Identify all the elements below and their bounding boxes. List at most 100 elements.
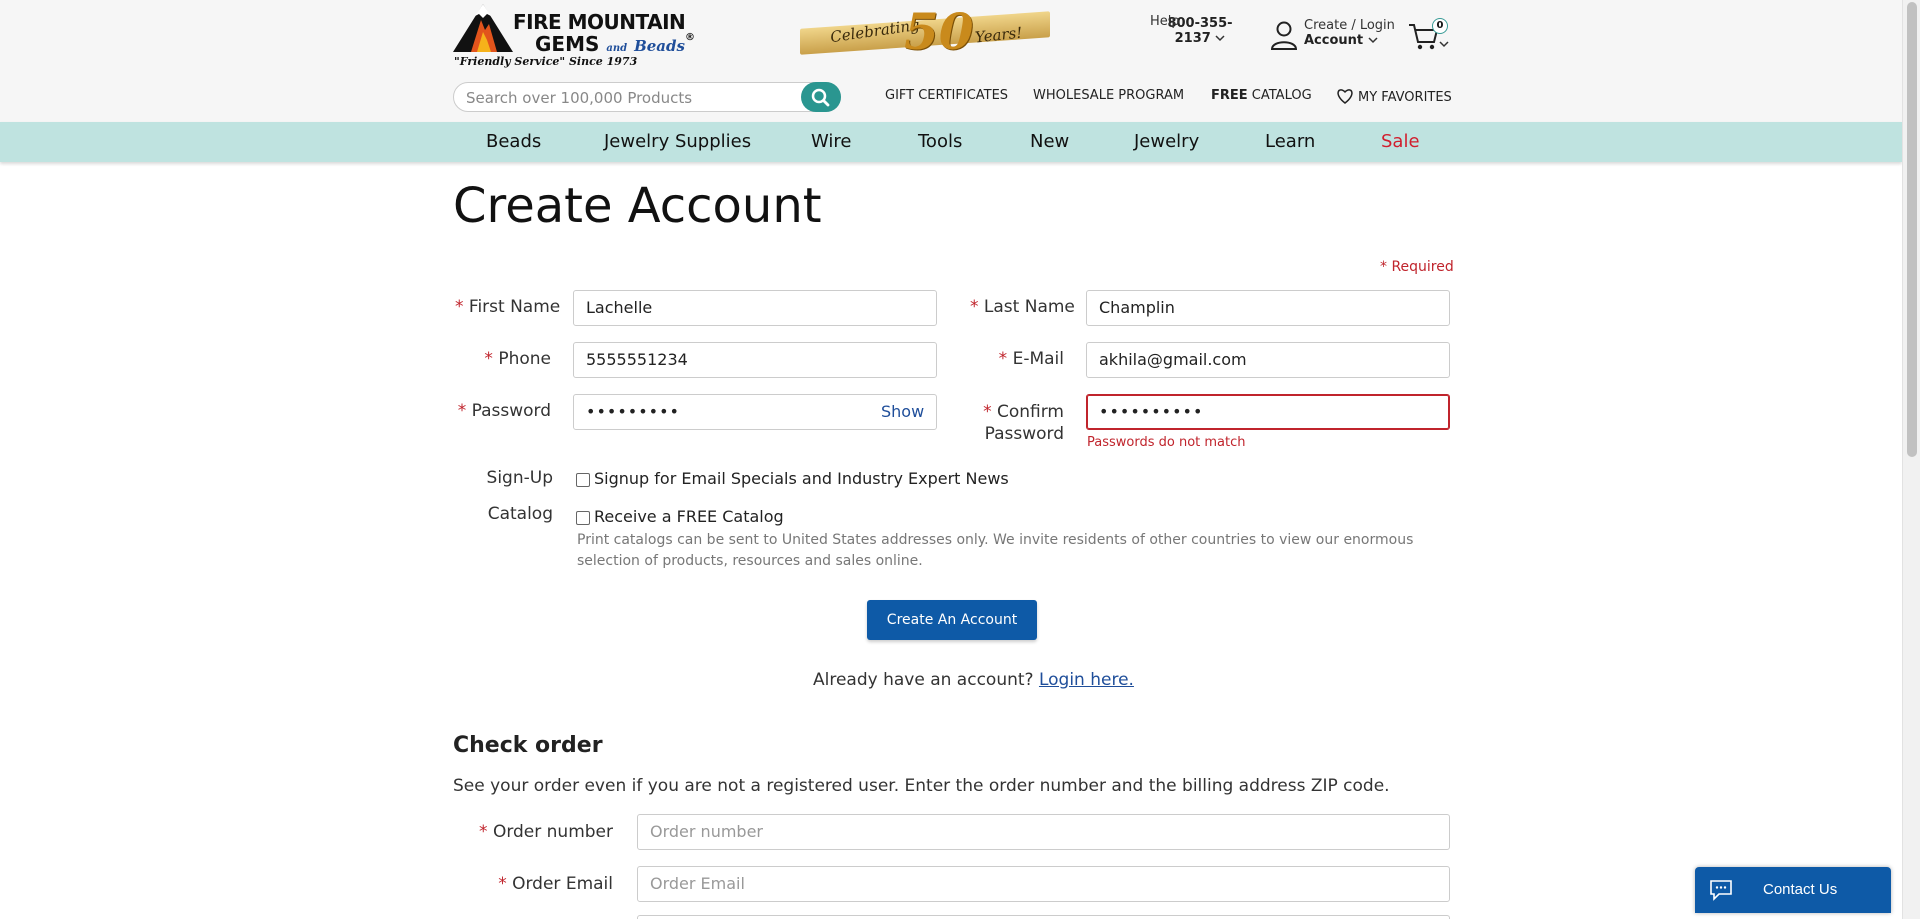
nav-learn[interactable]: Learn [1265,131,1315,152]
account-line1: Create / Login [1304,18,1395,33]
free-catalog-bold: FREE [1211,88,1248,103]
confirm-password-field[interactable]: •••••••••• [1086,394,1450,430]
mountain-fire-icon [453,4,513,52]
first-name-field[interactable]: Lachelle [573,290,937,326]
nav-wire[interactable]: Wire [811,131,851,152]
site-header: FIRE MOUNTAIN GEMS and Beads® "Friendly … [0,0,1902,122]
password-label: * Password [455,401,551,421]
help-label: Help [1150,14,1180,29]
free-catalog-link[interactable]: FREE CATALOG [1211,88,1312,103]
confirm-label-line1: Confirm [996,402,1064,422]
cart-button[interactable]: 0 [1408,18,1450,54]
create-account-button[interactable]: Create An Account [867,600,1037,640]
chat-icon [1710,880,1732,901]
required-star: * [998,349,1008,369]
nav-new[interactable]: New [1030,131,1069,152]
account-text: Create / Login Account [1304,18,1395,48]
confirm-password-label: * Confirm Password [970,401,1064,445]
catalog-note: Print catalogs can be sent to United Sta… [577,532,1414,569]
required-star: * [498,874,507,894]
signup-checkbox-label[interactable]: Signup for Email Specials and Industry E… [594,469,1009,488]
page-scrollbar[interactable] [1902,0,1920,919]
free-catalog-text: CATALOG [1247,88,1312,103]
scrollbar-thumb[interactable] [1907,2,1917,457]
first-name-label-text: First Name [468,297,561,317]
email-label: * E-Mail [970,349,1064,369]
required-star: * [455,297,464,317]
required-note: * Required [1380,259,1454,275]
password-label-text: Password [471,401,551,421]
main-nav: Beads Jewelry Supplies Wire Tools New Je… [0,122,1902,162]
phone-label-text: Phone [498,349,551,369]
order-email-label: * Order Email [455,874,613,894]
required-star: * [484,349,493,369]
chevron-down-icon [1215,35,1225,42]
order-number-label-text: Order number [492,822,613,842]
nav-jewelry[interactable]: Jewelry [1134,131,1199,152]
contact-us-button[interactable]: Contact Us [1695,867,1891,913]
banner-number: 50 [904,2,974,61]
login-link[interactable]: Login here. [1039,670,1134,690]
first-name-label: * First Name [455,297,560,317]
logo-beads: Beads [634,37,685,55]
help-phone[interactable]: Help 800-355-2137 [1150,14,1250,46]
show-password-button[interactable]: Show [881,402,924,421]
logo-tagline: "Friendly Service" Since 1973 [454,55,638,68]
email-label-text: E-Mail [1012,349,1064,369]
user-icon [1270,21,1298,50]
last-name-field[interactable]: Champlin [1086,290,1450,326]
logo-registered: ® [684,32,695,43]
already-have-account: Already have an account? Login here. [813,670,1134,690]
catalog-checkbox[interactable] [576,511,590,525]
required-star: * [479,822,488,842]
order-number-label: * Order number [455,822,613,842]
already-text: Already have an account? [813,670,1039,690]
signup-checkbox[interactable] [576,473,590,487]
nav-tools[interactable]: Tools [918,131,962,152]
nav-beads[interactable]: Beads [486,131,541,152]
order-email-label-text: Order Email [512,874,613,894]
password-mismatch-error: Passwords do not match [1087,435,1246,450]
logo-and: and [606,43,628,54]
confirm-label-line2: Password [984,424,1064,444]
nav-jewelry-supplies[interactable]: Jewelry Supplies [604,131,751,152]
anniversary-banner: Celebrating 50 Years! [800,2,1050,62]
logo-gems: GEMS [535,32,600,56]
phone-label: * Phone [455,349,551,369]
order-number-field[interactable]: Order number [637,814,1450,850]
signup-label: Sign-Up [486,468,553,488]
account-line2-row: Account [1304,33,1395,48]
check-order-description: See your order even if you are not a reg… [453,776,1390,796]
wholesale-program-link[interactable]: WHOLESALE PROGRAM [1033,88,1184,103]
next-field-edge [637,915,1450,919]
catalog-checkbox-label[interactable]: Receive a FREE Catalog [594,507,784,526]
catalog-label: Catalog [487,504,553,524]
search-input[interactable] [466,87,786,109]
last-name-label: * Last Name [970,297,1075,317]
chevron-down-icon [1439,41,1449,48]
last-name-label-text: Last Name [983,297,1075,317]
site-logo[interactable]: FIRE MOUNTAIN GEMS and Beads® "Friendly … [453,2,695,68]
email-field[interactable]: akhila@gmail.com [1086,342,1450,378]
my-favorites-label: MY FAVORITES [1358,90,1452,105]
account-line2: Account [1304,33,1364,48]
gift-certificates-link[interactable]: GIFT CERTIFICATES [885,88,1008,103]
required-star: * [970,297,979,317]
search-button[interactable] [801,82,841,112]
my-favorites-link[interactable]: MY FAVORITES [1336,88,1452,105]
phone-field[interactable]: 5555551234 [573,342,937,378]
nav-sale[interactable]: Sale [1381,131,1420,152]
required-star: * [983,402,992,422]
order-email-field[interactable]: Order Email [637,866,1450,902]
chevron-down-icon [1368,37,1378,44]
logo-line1: FIRE MOUNTAIN [513,10,686,34]
check-order-heading: Check order [453,733,603,758]
heart-icon [1337,89,1353,104]
search-icon [811,88,830,107]
logo-line2: GEMS and Beads® [535,32,695,56]
page-title: Create Account [453,178,822,234]
search-bar [453,82,841,112]
banner-years: Years! [974,23,1024,47]
required-star: * [457,401,467,421]
cart-count-badge: 0 [1432,18,1448,34]
